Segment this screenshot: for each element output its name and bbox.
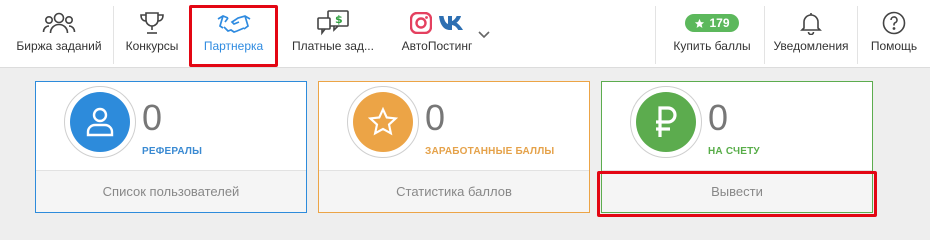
nav-notifications[interactable]: Уведомления	[766, 0, 856, 68]
balance-caption: НА СЧЕТУ	[708, 146, 760, 157]
nav-partnerka[interactable]: Партнерка	[191, 0, 276, 68]
points-stats-link[interactable]: Статистика баллов	[319, 170, 589, 212]
card-balance: 0 НА СЧЕТУ Вывести	[601, 81, 873, 213]
nav-help[interactable]: Помощь	[862, 0, 926, 68]
balance-badge: 179	[685, 10, 739, 36]
referrals-caption: РЕФЕРАЛЫ	[142, 146, 203, 157]
nav-label: Уведомления	[773, 39, 849, 53]
nav-birzha-zadaniy[interactable]: Биржа заданий	[6, 0, 112, 68]
nav-label: Биржа заданий	[16, 39, 102, 53]
social-icons	[410, 10, 464, 36]
nav-konkursy[interactable]: Конкурсы	[118, 0, 186, 68]
nav-label: Купить баллы	[673, 39, 751, 53]
star-icon	[695, 18, 705, 28]
nav-label: Партнерка	[203, 39, 264, 53]
balance-value: 0	[708, 97, 729, 138]
question-circle-icon	[882, 10, 906, 36]
balance-value: 179	[709, 16, 730, 30]
nav-label: Платные зад...	[292, 39, 374, 53]
handshake-icon	[217, 10, 251, 36]
nav-separator	[857, 6, 858, 64]
earned-points-value: 0	[425, 97, 446, 138]
svg-text:$: $	[335, 13, 343, 26]
top-navigation-bar: Биржа заданий Конкурсы Партнерка $ Платн…	[0, 0, 930, 68]
chevron-down-icon[interactable]	[477, 27, 491, 39]
bell-icon	[800, 10, 822, 36]
ruble-icon	[636, 92, 696, 152]
nav-autoposting[interactable]: АвтоПостинг	[395, 0, 479, 68]
nav-platnye-zadaniya[interactable]: $ Платные зад...	[282, 0, 384, 68]
users-group-icon	[42, 10, 76, 36]
trophy-icon	[138, 10, 166, 36]
chat-dollar-icon: $	[316, 10, 350, 36]
withdraw-button[interactable]: Вывести	[602, 170, 872, 212]
card-earned-points: 0 ЗАРАБОТАННЫЕ БАЛЛЫ Статистика баллов	[318, 81, 590, 213]
users-list-link[interactable]: Список пользователей	[36, 170, 306, 212]
nav-label: АвтоПостинг	[401, 39, 473, 53]
nav-buy-points[interactable]: 179 Купить баллы	[662, 0, 762, 68]
instagram-icon	[410, 12, 432, 34]
nav-label: Конкурсы	[125, 39, 179, 53]
vk-icon	[438, 14, 464, 32]
referrals-value: 0	[142, 97, 163, 138]
nav-label: Помощь	[870, 39, 918, 53]
nav-separator	[113, 6, 114, 64]
nav-separator	[764, 6, 765, 64]
star-icon	[353, 92, 413, 152]
earned-points-caption: ЗАРАБОТАННЫЕ БАЛЛЫ	[425, 146, 555, 157]
nav-separator	[655, 6, 656, 64]
user-icon	[70, 92, 130, 152]
card-referrals: 0 РЕФЕРАЛЫ Список пользователей	[35, 81, 307, 213]
